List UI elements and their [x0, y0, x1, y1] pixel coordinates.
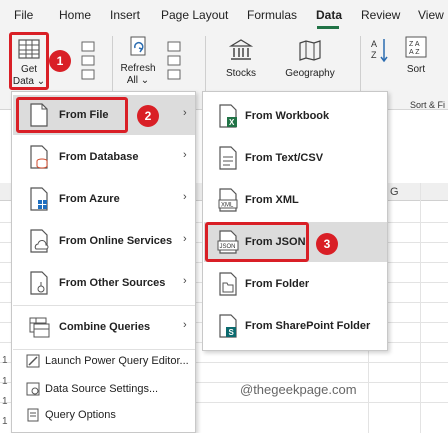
- geography-button[interactable]: Geography: [280, 38, 340, 84]
- xml-icon: XML: [218, 188, 238, 212]
- connections-small-icons[interactable]: [166, 40, 184, 80]
- watermark: @thegeekpage.com: [240, 382, 357, 397]
- chevron-right-icon: ›: [183, 319, 187, 331]
- svg-text:Z A: Z A: [409, 41, 420, 48]
- map-icon: [299, 40, 321, 61]
- menu-item-from-workbook[interactable]: X From Workbook: [204, 96, 387, 136]
- grid-line: [420, 183, 421, 433]
- tab-insert[interactable]: Insert: [110, 8, 140, 22]
- tab-data[interactable]: Data: [316, 8, 342, 22]
- menu-item-from-azure[interactable]: From Azure ›: [13, 179, 195, 219]
- tab-view[interactable]: View: [418, 8, 444, 22]
- menu-item-combine-queries[interactable]: Combine Queries ›: [13, 307, 195, 347]
- active-tab-indicator: [317, 26, 339, 29]
- workbook-icon: X: [219, 104, 237, 128]
- sort-filter-group-label: Sort & Fi: [410, 100, 446, 110]
- highlight-box-from-file: [16, 97, 128, 133]
- menu-item-from-database[interactable]: From Database ›: [13, 137, 195, 177]
- column-header-g[interactable]: G: [390, 186, 399, 198]
- query-options-icon: [27, 408, 39, 422]
- row-number-partial: 1: [2, 416, 8, 427]
- menu-item-from-text-csv[interactable]: From Text/CSV: [204, 138, 387, 178]
- menu-item-from-sharepoint-folder[interactable]: S From SharePoint Folder: [204, 306, 387, 346]
- tab-page-layout[interactable]: Page Layout: [161, 8, 228, 22]
- bank-icon: [228, 39, 254, 60]
- stocks-label: Stocks: [225, 68, 256, 79]
- svg-text:XML: XML: [221, 203, 234, 209]
- svg-text:X: X: [229, 118, 235, 127]
- ribbon-tab-bar: File Home Insert Page Layout Formulas Da…: [0, 0, 448, 30]
- refresh-label-1: Refresh: [120, 63, 156, 74]
- geography-label: Geography: [285, 68, 335, 79]
- step-badge-3: 3: [316, 233, 338, 255]
- menu-item-launch-power-query-editor[interactable]: Launch Power Query Editor...: [13, 350, 195, 372]
- menu-item-query-options[interactable]: Query Options: [13, 404, 195, 426]
- sort-dialog-icon: Z A A Z: [405, 36, 427, 58]
- chevron-right-icon: ›: [183, 107, 187, 119]
- power-query-editor-icon: [26, 354, 40, 368]
- chevron-right-icon: ›: [183, 149, 187, 161]
- svg-text:S: S: [229, 328, 235, 337]
- tab-formulas[interactable]: Formulas: [247, 8, 297, 22]
- sort-az-icon: A Z: [371, 39, 388, 63]
- row-number-partial: 1: [2, 355, 8, 366]
- database-icon: [30, 145, 48, 169]
- row-number-partial: 1: [2, 396, 8, 407]
- menu-item-from-other-sources[interactable]: From Other Sources ›: [13, 263, 195, 303]
- get-data-menu: From File › From Database › From Azure ›…: [11, 91, 196, 433]
- tab-review[interactable]: Review: [361, 8, 400, 22]
- refresh-all-button[interactable]: Refresh All ⌄: [116, 34, 160, 90]
- menu-separator: [13, 305, 195, 306]
- folder-icon: [219, 272, 237, 296]
- combine-queries-icon: [29, 317, 50, 338]
- cloud-icon: [30, 229, 49, 253]
- row-number-partial: 1: [2, 376, 8, 387]
- menu-item-data-source-settings[interactable]: Data Source Settings...: [13, 378, 195, 400]
- data-source-settings-icon: [26, 382, 40, 396]
- tab-home[interactable]: Home: [59, 8, 91, 22]
- highlight-box-from-json: [205, 222, 309, 262]
- other-sources-icon: [30, 271, 48, 295]
- chevron-right-icon: ›: [183, 275, 187, 287]
- menu-item-from-xml[interactable]: XML From XML: [204, 180, 387, 220]
- sharepoint-icon: S: [219, 314, 237, 338]
- step-badge-1: 1: [49, 50, 71, 72]
- refresh-icon: [130, 36, 146, 56]
- svg-text:A: A: [371, 39, 377, 49]
- tab-file[interactable]: File: [14, 8, 33, 22]
- queries-small-icons[interactable]: [80, 40, 98, 80]
- svg-text:A Z: A Z: [409, 49, 420, 56]
- sort-label: Sort: [406, 64, 426, 75]
- highlight-box-get-data: [9, 32, 49, 90]
- sort-az-button[interactable]: A Z: [368, 36, 390, 66]
- stocks-button[interactable]: Stocks: [218, 38, 264, 84]
- text-csv-icon: [219, 146, 237, 170]
- menu-item-from-folder[interactable]: From Folder: [204, 264, 387, 304]
- chevron-right-icon: ›: [183, 233, 187, 245]
- sort-button[interactable]: Z A A Z Sort: [398, 34, 434, 90]
- refresh-label-2: All ⌄: [126, 75, 150, 86]
- svg-text:Z: Z: [371, 50, 377, 60]
- step-badge-2: 2: [137, 105, 159, 127]
- from-file-submenu: X From Workbook From Text/CSV XML From X…: [202, 91, 388, 351]
- menu-item-from-online-services[interactable]: From Online Services ›: [13, 221, 195, 261]
- azure-icon: [30, 187, 48, 211]
- chevron-right-icon: ›: [183, 191, 187, 203]
